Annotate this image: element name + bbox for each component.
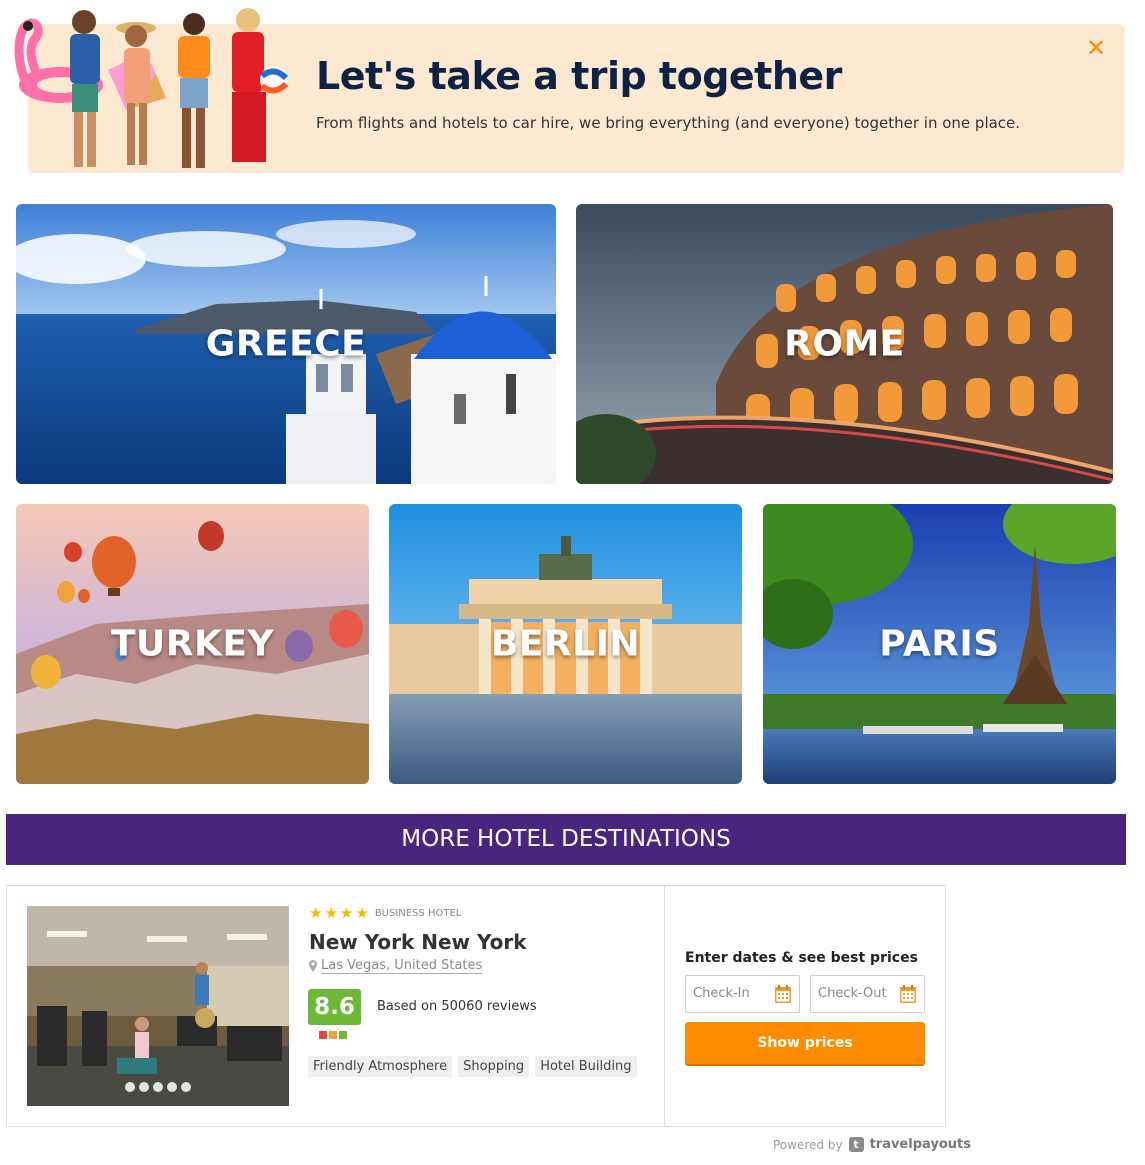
hotel-tag: Friendly Atmosphere: [308, 1056, 453, 1077]
star-icon: ★: [324, 904, 338, 922]
hotel-photo-carousel[interactable]: [27, 906, 289, 1106]
calendar-icon: [900, 985, 916, 1003]
hotel-card: ★ ★ ★ ★ BUSINESS HOTEL New York New York…: [6, 885, 946, 1127]
rating-bar: [339, 1031, 347, 1039]
checkout-placeholder: Check-Out: [818, 986, 887, 1001]
hotel-tag: Hotel Building: [535, 1056, 637, 1077]
close-icon[interactable]: ✕: [1086, 36, 1106, 60]
carousel-dot[interactable]: [139, 1082, 149, 1092]
review-count: Based on 50060 reviews: [377, 999, 537, 1014]
hotel-gym-photo: [27, 906, 289, 1106]
star-icon: ★: [339, 904, 354, 922]
travelpayouts-logo-icon: t: [848, 1137, 864, 1152]
dates-label: Enter dates & see best prices: [685, 950, 918, 966]
hotel-name[interactable]: New York New York: [309, 930, 527, 954]
banner-subtitle: From flights and hotels to car hire, we …: [316, 114, 1021, 132]
banner-title: Let's take a trip together: [316, 54, 842, 98]
destination-label: PARIS: [879, 623, 1000, 665]
carousel-dot[interactable]: [181, 1082, 191, 1092]
map-pin-icon: [309, 960, 317, 972]
destination-label: ROME: [784, 323, 905, 365]
checkout-field[interactable]: Check-Out: [810, 975, 925, 1013]
destination-tile-turkey[interactable]: TURKEY: [16, 504, 369, 784]
destination-tile-berlin[interactable]: BERLIN: [389, 504, 742, 784]
carousel-dot[interactable]: [153, 1082, 163, 1092]
destination-tile-rome[interactable]: ROME: [576, 204, 1113, 484]
banner-people-illustration: [14, 8, 289, 168]
carousel-dot[interactable]: [167, 1082, 177, 1092]
section-title: MORE HOTEL DESTINATIONS: [6, 814, 1126, 865]
checkin-placeholder: Check-In: [693, 986, 750, 1001]
checkin-field[interactable]: Check-In: [685, 975, 800, 1013]
powered-by-label: Powered by: [773, 1137, 843, 1152]
destination-tile-paris[interactable]: PARIS: [763, 504, 1116, 784]
travelpayouts-brand[interactable]: travelpayouts: [870, 1137, 971, 1152]
hotel-tags: Friendly Atmosphere Shopping Hotel Build…: [308, 1056, 637, 1077]
destination-tile-greece[interactable]: GREECE: [16, 204, 556, 484]
hotel-star-rating: ★ ★ ★ ★ BUSINESS HOTEL: [309, 906, 461, 921]
carousel-dots: [125, 1082, 191, 1092]
destination-label: TURKEY: [110, 623, 275, 665]
rating-score: 8.6: [308, 989, 361, 1025]
destination-label: BERLIN: [490, 623, 641, 665]
card-divider: [664, 886, 665, 1126]
rating-bar: [319, 1031, 327, 1039]
rating-bar: [329, 1031, 337, 1039]
star-icon: ★: [355, 904, 369, 922]
destination-label: GREECE: [205, 323, 367, 365]
powered-by: Powered by t travelpayouts: [773, 1137, 971, 1152]
rating-bars: [319, 1031, 347, 1039]
show-prices-button[interactable]: Show prices: [685, 1022, 925, 1064]
hotel-type: BUSINESS HOTEL: [374, 908, 462, 919]
hotel-location-link[interactable]: Las Vegas, United States: [321, 958, 483, 974]
page: Let's take a trip together From flights …: [0, 0, 1145, 1165]
carousel-dot[interactable]: [125, 1082, 135, 1092]
hotel-tag: Shopping: [458, 1056, 530, 1077]
calendar-icon: [775, 985, 791, 1003]
star-icon: ★: [309, 904, 323, 922]
hotel-location: Las Vegas, United States: [309, 958, 483, 974]
